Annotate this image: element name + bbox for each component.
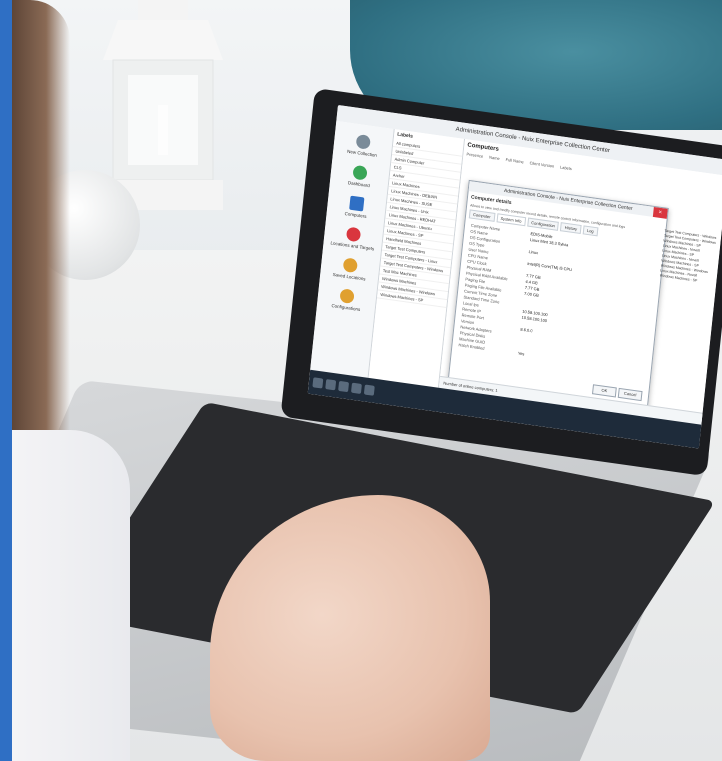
photo-scene: Administration Console - Nuix Enterprise… [0, 0, 722, 761]
cancel-button[interactable]: Cancel [617, 387, 643, 402]
blue-edge-strip [0, 0, 12, 761]
power-icon [352, 164, 368, 181]
wand-icon [355, 133, 371, 150]
pencil-icon [342, 257, 358, 274]
laptop-screen: Administration Console - Nuix Enterprise… [307, 105, 722, 449]
column-header[interactable]: Presence [466, 151, 483, 158]
nav-computers[interactable]: Computers [327, 193, 387, 222]
tab-history[interactable]: History [560, 222, 582, 235]
properties-list: Computer Name EDIS-Mobile OS Name Linux Mi… [452, 221, 663, 374]
tab-log[interactable]: Log [582, 225, 599, 237]
taskbar-app-icon[interactable] [363, 384, 375, 396]
close-icon[interactable]: × [652, 206, 668, 219]
taskbar-app-icon[interactable] [350, 382, 362, 394]
nav-saved-locations[interactable]: Saved Locations [320, 254, 380, 283]
nav-locations[interactable]: Locations and Targets [323, 223, 383, 252]
nav-dashboard[interactable]: Dashboard [330, 162, 390, 191]
computer-details-dialog: Administration Console - Nuix Enterprise… [447, 179, 669, 410]
column-header[interactable]: Labels [560, 165, 572, 172]
taskbar-app-icon[interactable] [325, 379, 337, 391]
column-header[interactable]: Name [489, 155, 500, 161]
start-icon[interactable] [312, 377, 324, 389]
ok-button[interactable]: OK [591, 384, 617, 398]
woman-sleeve [10, 430, 130, 761]
nav-new-collection[interactable]: New Collection [333, 131, 393, 160]
taskbar-app-icon[interactable] [338, 380, 350, 393]
location-pin-icon [345, 226, 362, 243]
gears-icon [339, 288, 355, 305]
nav-configurations[interactable]: Configurations [317, 285, 377, 314]
computer-icon [349, 195, 365, 212]
